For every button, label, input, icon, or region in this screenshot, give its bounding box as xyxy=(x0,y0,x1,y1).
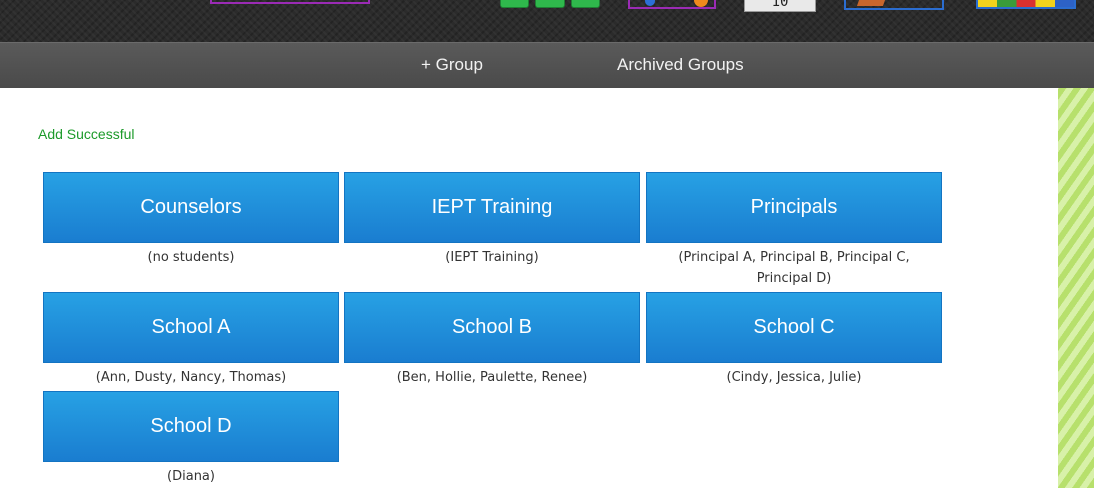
top-banner: 10 xyxy=(0,0,1094,42)
purple-frame-icon[interactable] xyxy=(210,0,370,4)
group-button[interactable]: School B xyxy=(344,292,640,363)
group-button[interactable]: School A xyxy=(43,292,339,363)
group-members: (IEPT Training) xyxy=(445,250,539,265)
decorative-stripe-panel xyxy=(1058,88,1094,488)
add-group-link[interactable]: + Group xyxy=(421,55,483,75)
orange-shape-icon xyxy=(856,0,886,6)
group-members: (Cindy, Jessica, Julie) xyxy=(726,370,862,385)
group-card-counselors: Counselors (no students) xyxy=(43,172,339,268)
group-members: (no students) xyxy=(147,250,235,265)
nav-bar: + Group Archived Groups xyxy=(0,42,1094,88)
group-members: (Ben, Hollie, Paulette, Renee) xyxy=(396,370,588,385)
counter-display[interactable]: 10 xyxy=(744,0,816,12)
group-card-school-b: School B (Ben, Hollie, Paulette, Renee) xyxy=(344,292,640,388)
group-card-school-c: School C (Cindy, Jessica, Julie) xyxy=(646,292,942,388)
multicolor-blocks-icon[interactable] xyxy=(976,0,1076,9)
group-members: (Ann, Dusty, Nancy, Thomas) xyxy=(95,370,287,385)
green-blocks-icon[interactable] xyxy=(500,0,600,8)
group-button[interactable]: Principals xyxy=(646,172,942,243)
group-card-principals: Principals (Principal A, Principal B, Pr… xyxy=(646,172,942,289)
group-button[interactable]: School C xyxy=(646,292,942,363)
group-members: (Principal A, Principal B, Principal C, … xyxy=(678,250,910,286)
archived-groups-link[interactable]: Archived Groups xyxy=(617,55,744,75)
group-card-iept-training: IEPT Training (IEPT Training) xyxy=(344,172,640,268)
group-button[interactable]: School D xyxy=(43,391,339,462)
group-card-school-d: School D (Diana) xyxy=(43,391,339,487)
group-card-school-a: School A (Ann, Dusty, Nancy, Thomas) xyxy=(43,292,339,388)
group-members: (Diana) xyxy=(167,469,215,484)
status-message: Add Successful xyxy=(38,126,135,142)
group-button[interactable]: IEPT Training xyxy=(344,172,640,243)
group-button[interactable]: Counselors xyxy=(43,172,339,243)
